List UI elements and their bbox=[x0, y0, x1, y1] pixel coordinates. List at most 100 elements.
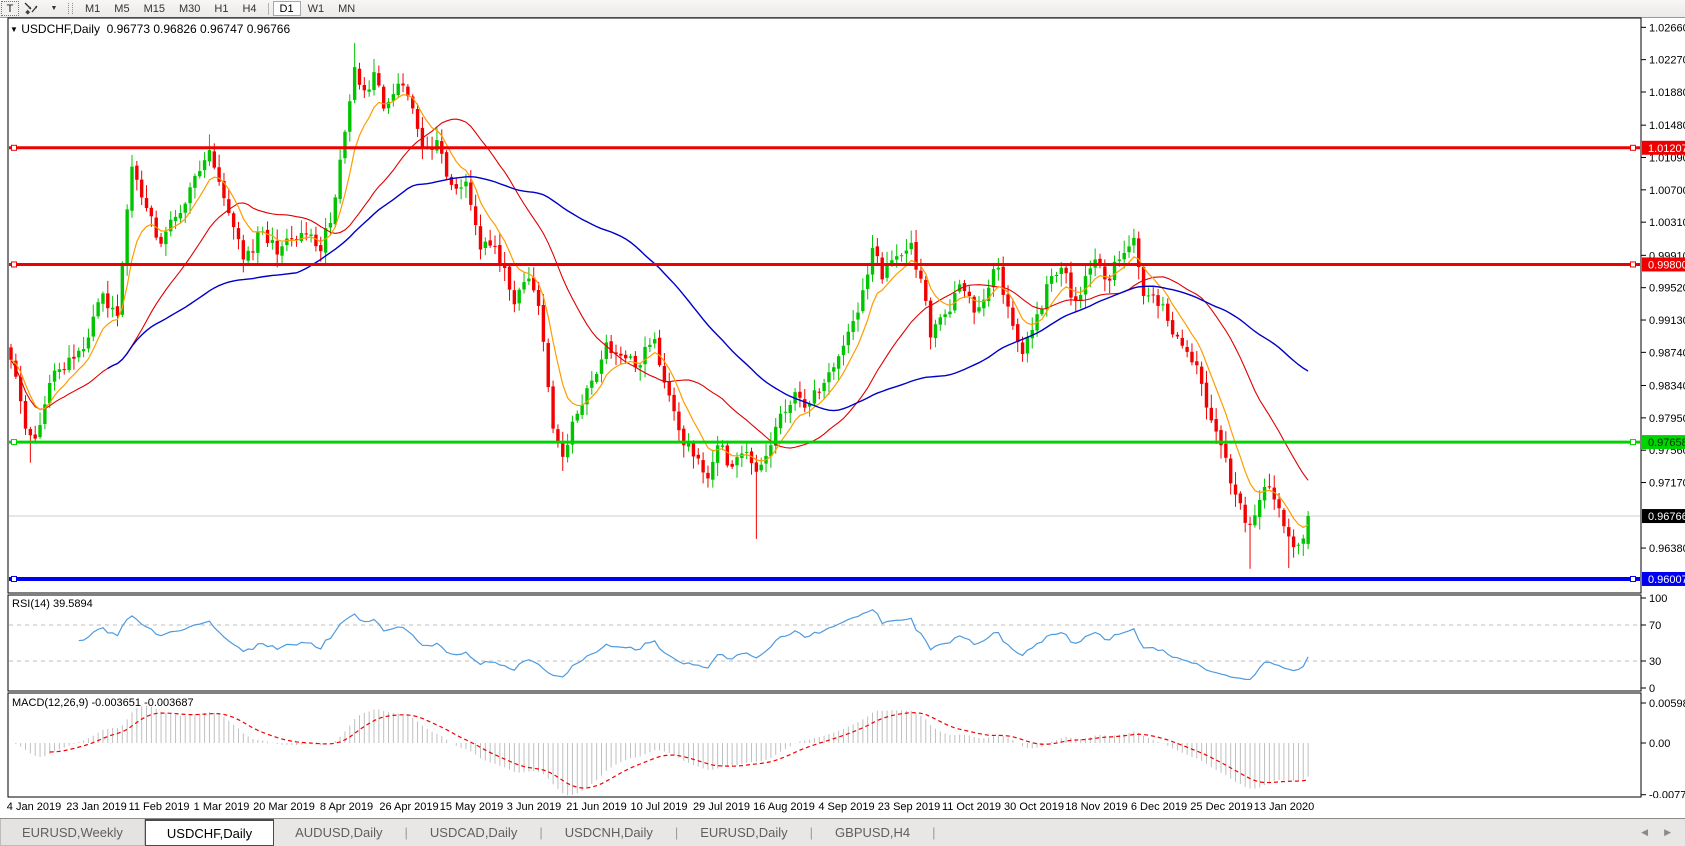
candle-body bbox=[1147, 295, 1150, 296]
candle-body bbox=[663, 366, 666, 383]
candle-body bbox=[847, 332, 850, 345]
date-tick-label: 29 Jul 2019 bbox=[693, 801, 750, 813]
candle-body bbox=[455, 184, 458, 189]
price-tick-label: 0.99520 bbox=[1649, 283, 1685, 295]
price-axis[interactable]: 1.026601.022701.018801.014801.010901.007… bbox=[1641, 18, 1685, 798]
candle-body bbox=[459, 187, 462, 188]
timeframe-separator bbox=[268, 3, 269, 15]
candle-body bbox=[648, 345, 651, 347]
candle-body bbox=[672, 395, 675, 411]
date-tick-label: 21 Jun 2019 bbox=[566, 801, 627, 813]
rsi-label: RSI(14) 39.5894 bbox=[12, 598, 93, 610]
candle-body bbox=[895, 256, 898, 259]
candle-body bbox=[595, 374, 598, 382]
tab-gbpusd-h4[interactable]: GBPUSD,H4 bbox=[814, 819, 931, 846]
rsi-panel[interactable] bbox=[8, 595, 1641, 691]
timeframe-button-m15[interactable]: M15 bbox=[137, 1, 172, 16]
candle-body bbox=[580, 405, 583, 415]
tab-scroll-left-icon[interactable]: ◀ bbox=[1641, 827, 1648, 838]
timeframe-button-m1[interactable]: M1 bbox=[78, 1, 107, 16]
macd-axis-label: 0.00 bbox=[1649, 738, 1670, 750]
candle-body bbox=[416, 109, 419, 129]
macd-signal-value: -0.003687 bbox=[144, 697, 194, 709]
hline-support-blue[interactable] bbox=[9, 576, 1640, 581]
hline-handle[interactable] bbox=[1631, 262, 1636, 267]
candle-body bbox=[445, 152, 448, 177]
hline-handle[interactable] bbox=[12, 440, 17, 445]
candle-body bbox=[329, 223, 332, 228]
price-tick-label: 1.00700 bbox=[1649, 185, 1685, 197]
candle-body bbox=[827, 372, 830, 382]
candle-body bbox=[556, 429, 559, 442]
candle-body bbox=[266, 230, 269, 243]
candle-body bbox=[372, 72, 375, 90]
candle-body bbox=[1152, 294, 1155, 295]
time-axis[interactable]: 4 Jan 201923 Jan 201911 Feb 20191 Mar 20… bbox=[0, 798, 1641, 818]
candle-body bbox=[29, 429, 32, 435]
candle-body bbox=[276, 241, 279, 255]
hline-handle[interactable] bbox=[12, 262, 17, 267]
timeframe-button-m30[interactable]: M30 bbox=[172, 1, 207, 16]
tab-scroll-right-icon[interactable]: ▶ bbox=[1664, 827, 1671, 838]
tab-usdchf-daily[interactable]: USDCHF,Daily bbox=[145, 819, 274, 846]
candle-body bbox=[58, 369, 61, 372]
candle-body bbox=[479, 226, 482, 249]
chart-title: ▼ USDCHF,Daily 0.96773 0.96826 0.96747 0… bbox=[10, 22, 290, 36]
text-tool-button[interactable]: T bbox=[1, 1, 19, 16]
chart-canvas[interactable]: 1.026601.022701.018801.014801.010901.007… bbox=[0, 17, 1685, 798]
tab-usdcad-daily[interactable]: USDCAD,Daily bbox=[409, 819, 538, 846]
candle-body bbox=[789, 405, 792, 413]
date-tick-label: 11 Oct 2019 bbox=[942, 801, 1001, 813]
toolbar-grip[interactable] bbox=[68, 3, 73, 14]
candle-body bbox=[256, 232, 259, 252]
candle-body bbox=[513, 290, 516, 304]
candle-body bbox=[745, 452, 748, 453]
hline-handle[interactable] bbox=[1631, 576, 1636, 581]
candle-body bbox=[537, 290, 540, 306]
candle-body bbox=[111, 308, 114, 310]
tab-audusd-daily[interactable]: AUDUSD,Daily bbox=[274, 819, 403, 846]
hline-handle[interactable] bbox=[1631, 440, 1636, 445]
candle-body bbox=[677, 412, 680, 431]
timeframe-button-h1[interactable]: H1 bbox=[207, 1, 235, 16]
candle-body bbox=[188, 187, 191, 203]
timeframe-button-m5[interactable]: M5 bbox=[107, 1, 136, 16]
candle-body bbox=[832, 367, 835, 371]
hline-handle[interactable] bbox=[12, 145, 17, 150]
candle-body bbox=[1244, 505, 1247, 523]
tab-usdcnh-daily[interactable]: USDCNH,Daily bbox=[544, 819, 674, 846]
candle-body bbox=[658, 338, 661, 365]
collapse-marker-icon[interactable]: ▼ bbox=[10, 25, 18, 34]
candle-body bbox=[866, 275, 869, 289]
tab-eurusd-weekly[interactable]: EURUSD,Weekly bbox=[0, 819, 145, 846]
timeframe-button-h4[interactable]: H4 bbox=[235, 1, 263, 16]
candle-body bbox=[624, 355, 627, 359]
candle-body bbox=[551, 386, 554, 428]
price-label-current-price: 0.96766 bbox=[1648, 511, 1685, 523]
hline-handle[interactable] bbox=[12, 576, 17, 581]
tools-dropdown-button[interactable]: ▼ bbox=[44, 1, 62, 16]
main-panel[interactable] bbox=[8, 18, 1641, 593]
candle-body bbox=[382, 87, 385, 109]
candle-body bbox=[353, 67, 356, 100]
candle-body bbox=[968, 292, 971, 296]
tab-eurusd-daily[interactable]: EURUSD,Daily bbox=[679, 819, 808, 846]
price-tick-label: 1.00310 bbox=[1649, 217, 1685, 229]
candle-body bbox=[1055, 275, 1058, 276]
candle-body bbox=[1089, 268, 1092, 274]
candle-body bbox=[1171, 320, 1174, 334]
timeframe-button-mn[interactable]: MN bbox=[331, 1, 362, 16]
candle-body bbox=[280, 246, 283, 255]
date-tick-label: 23 Jan 2019 bbox=[66, 801, 127, 813]
candle-body bbox=[1287, 527, 1290, 536]
timeframe-button-w1[interactable]: W1 bbox=[301, 1, 332, 16]
macd-panel[interactable] bbox=[8, 693, 1641, 797]
arrow-objects-button[interactable] bbox=[21, 1, 42, 16]
timeframe-button-d1[interactable]: D1 bbox=[273, 1, 301, 16]
candle-body bbox=[542, 305, 545, 342]
hline-handle[interactable] bbox=[1631, 145, 1636, 150]
candle-body bbox=[576, 414, 579, 421]
candle-body bbox=[856, 313, 859, 320]
candle-body bbox=[135, 166, 138, 180]
candle-body bbox=[861, 290, 864, 311]
